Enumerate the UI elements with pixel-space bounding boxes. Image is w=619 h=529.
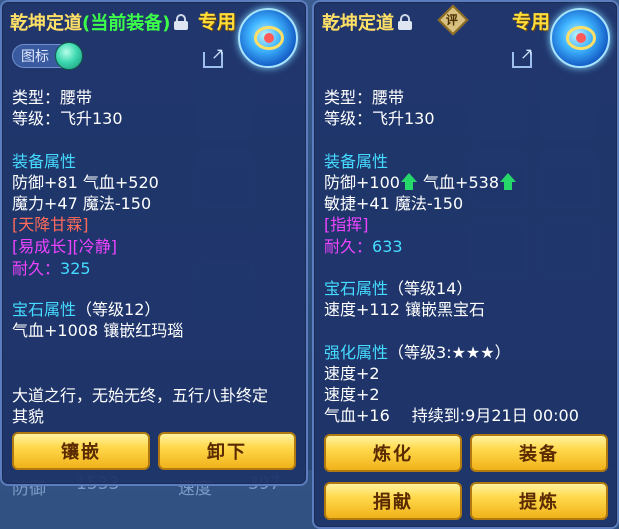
defense-attr: 防御+100	[324, 173, 400, 192]
current-equipment-tag: (当前装备)	[82, 13, 171, 34]
item-level: 等级：飞升130	[12, 109, 123, 128]
share-icon[interactable]: ↗	[203, 46, 229, 68]
enhance-line-1: 速度+2	[324, 364, 380, 383]
special-effect: [指挥]	[324, 215, 369, 234]
equipment-attributes-header: 装备属性	[324, 152, 389, 171]
gem-header-label: 宝石属性	[324, 279, 389, 298]
item-type: 类型：腰带	[12, 88, 93, 107]
exclusive-label: 专用	[198, 11, 237, 33]
durability-value: 633	[372, 237, 403, 256]
special-skills: [易成长][冷静]	[12, 237, 117, 256]
gem-attributes-header: 宝石属性（等级12）	[12, 299, 160, 320]
equipped-item-tooltip: 乾坤定道 (当前装备) 专用 图标 ↗ 类型：腰带 等级：飞升130 装备属性 …	[0, 0, 308, 486]
up-arrow-icon	[400, 173, 417, 191]
item-belt-icon	[550, 8, 610, 68]
equipment-attributes-header: 装备属性	[12, 152, 77, 171]
durability: 耐久：633	[324, 236, 403, 257]
gem-level: （等级14）	[388, 279, 473, 298]
durability: 耐久：325	[12, 258, 91, 279]
item-type: 类型：腰带	[324, 88, 405, 107]
item-description-1: 大道之行，无始无终，五行八卦终定	[12, 386, 269, 405]
item-title: 乾坤定道	[322, 9, 412, 35]
gem-level: （等级12）	[76, 300, 161, 319]
up-arrow-icon	[500, 173, 516, 191]
item-belt-icon	[238, 8, 298, 68]
gem-header-label: 宝石属性	[12, 300, 77, 319]
evaluate-icon-label: 评	[445, 13, 458, 28]
donate-button[interactable]: 捐献	[324, 482, 462, 520]
equip-button[interactable]: 装备	[470, 434, 608, 472]
lock-icon	[398, 14, 412, 30]
gem-attributes-header: 宝石属性（等级14）	[324, 278, 472, 299]
toggle-knob	[55, 42, 83, 70]
item-description-2: 其貌	[12, 407, 45, 426]
gem-line: 气血+1008 镶嵌红玛瑙	[12, 321, 184, 340]
durability-label: 耐久：	[324, 237, 373, 256]
enhance-header-label: 强化属性	[324, 343, 389, 362]
icon-toggle-label: 图标	[21, 49, 49, 65]
durability-value: 325	[60, 259, 91, 278]
evaluate-icon[interactable]: 评	[437, 4, 469, 36]
item-name: 乾坤定道	[10, 13, 82, 34]
enhance-level: （等级3:★★★）	[388, 343, 511, 362]
extract-button[interactable]: 提炼	[470, 482, 608, 520]
hp-attr: 气血+538	[423, 173, 499, 192]
special-effect: [天降甘霖]	[12, 215, 89, 234]
attribute-line-1: 防御+81 气血+520	[12, 173, 159, 192]
enhance-duration: 持续到:9月21日 00:00	[411, 406, 579, 425]
inlay-button[interactable]: 镶嵌	[12, 432, 150, 470]
attribute-line-2: 魔力+47 魔法-150	[12, 194, 152, 213]
enhance-hp: 气血+16	[324, 406, 390, 425]
enhance-attributes-header: 强化属性（等级3:★★★）	[324, 342, 511, 363]
item-level: 等级：飞升130	[324, 109, 435, 128]
unequip-button[interactable]: 卸下	[158, 432, 296, 470]
refine-button[interactable]: 炼化	[324, 434, 462, 472]
exclusive-label: 专用	[512, 11, 551, 33]
gem-line: 速度+112 镶嵌黑宝石	[324, 300, 486, 319]
icon-toggle[interactable]: 图标	[12, 42, 83, 70]
item-title: 乾坤定道 (当前装备)	[10, 9, 189, 35]
compare-item-tooltip: 乾坤定道 评 专用 ↗ 类型：腰带 等级：飞升130 装备属性 防御+100 气…	[312, 0, 619, 529]
share-icon[interactable]: ↗	[512, 46, 538, 68]
attribute-line-2: 敏捷+41 魔法-150	[324, 194, 464, 213]
lock-icon	[174, 14, 189, 30]
durability-label: 耐久：	[12, 259, 61, 278]
attribute-line-1: 防御+100 气血+538	[324, 172, 517, 193]
enhance-line-3: 气血+16 持续到:9月21日 00:00	[324, 405, 579, 426]
item-name: 乾坤定道	[322, 13, 394, 34]
enhance-line-2: 速度+2	[324, 385, 380, 404]
